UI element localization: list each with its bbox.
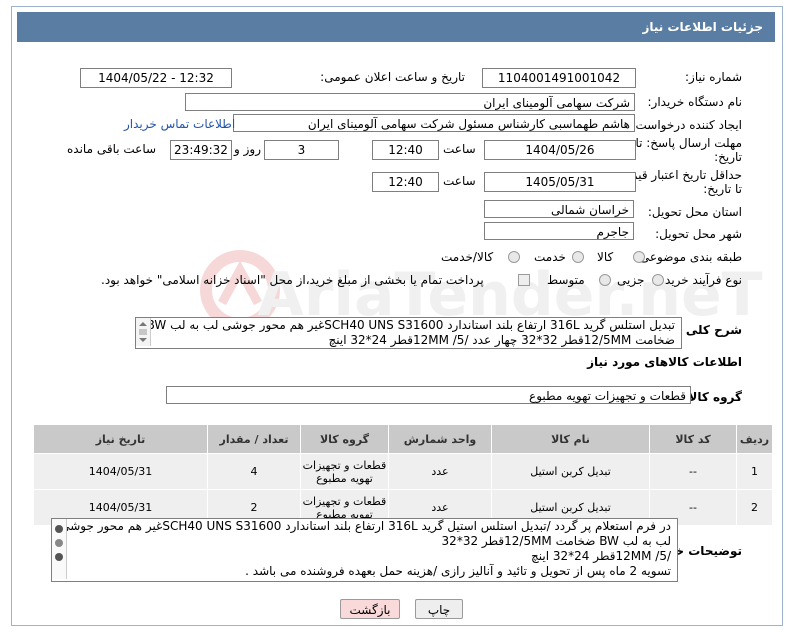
col-code: کد کالا (649, 424, 737, 454)
process-radio-medium[interactable] (599, 274, 611, 286)
cell-row: 2 (736, 489, 773, 526)
reply-deadline-label: مهلت ارسال پاسخ: تا (635, 136, 742, 150)
category-option-goods: کالا (597, 250, 614, 264)
buyer-notes-textarea[interactable]: در فرم استعلام پر گردد /تبدیل استلس استی… (51, 518, 678, 582)
city-field[interactable]: جاجرم (484, 222, 634, 240)
province-field[interactable]: خراسان شمالی (484, 200, 634, 218)
price-validity-label-2: تا تاریخ: (703, 182, 742, 196)
table-header-row: ردیف کد کالا نام کالا واحد شمارش گروه کا… (33, 424, 773, 454)
process-option-medium: متوسط (547, 273, 585, 287)
reply-time-field[interactable]: 12:40 (372, 140, 439, 160)
page-title: جزئیات اطلاعات نیاز (642, 20, 763, 34)
buyer-org-label: نام دستگاه خریدار: (647, 95, 743, 109)
announce-field[interactable]: 1404/05/22 - 12:32 (80, 68, 232, 88)
cell-name: تبدیل کربن استیل (491, 453, 650, 490)
creator-label: ایجاد کننده درخواست: (631, 118, 742, 132)
creator-field[interactable]: هاشم طهماسبی کارشناس مسئول شرکت سهامی آل… (233, 114, 635, 132)
category-radio-goods-service[interactable] (508, 251, 520, 263)
category-radio-goods[interactable] (633, 251, 645, 263)
reply-deadline-label-2: تاریخ: (714, 150, 742, 164)
price-time-field[interactable]: 12:40 (372, 172, 439, 192)
panel-header: جزئیات اطلاعات نیاز (17, 12, 775, 42)
price-date-field[interactable]: 1405/05/31 (484, 172, 636, 192)
treasury-checkbox[interactable] (518, 274, 530, 286)
buyer-notes-line-2: لب به لب BW ضخامت 12/5MMقطر 32*32 (441, 534, 671, 548)
summary-scrollbar[interactable] (136, 318, 151, 346)
announce-label: تاریخ و ساعت اعلان عمومی: (320, 70, 465, 84)
cell-date: 1404/05/31 (33, 453, 208, 490)
category-option-service: خدمت (534, 250, 566, 264)
need-number-field[interactable]: 1104001491001042 (482, 68, 636, 88)
reply-date-field[interactable]: 1404/05/26 (484, 140, 636, 160)
cell-row: 1 (736, 453, 773, 490)
table-row[interactable]: 1 -- تبدیل کربن استیل عدد قطعات و تجهیزا… (33, 453, 773, 490)
summary-line-1: تبدیل استلس گرید 316L ارتفاع بلند استاند… (146, 318, 675, 332)
cell-group: قطعات و تجهیزات تهویه مطبوع (300, 453, 389, 490)
col-name: نام کالا (491, 424, 650, 454)
buyer-notes-scrollbar[interactable] (52, 519, 67, 579)
cell-unit: عدد (388, 453, 492, 490)
col-group: گروه کالا (300, 424, 389, 454)
category-label: طبقه بندی موضوعی: (635, 250, 742, 264)
remaining-label: ساعت باقی مانده (67, 142, 157, 156)
process-label: نوع فرآیند خرید : (657, 273, 742, 287)
back-button[interactable]: بازگشت (340, 599, 400, 619)
need-number-label: شماره نیاز: (685, 70, 742, 84)
goods-info-title: اطلاعات کالاهای مورد نیاز (587, 355, 742, 369)
goods-table: ردیف کد کالا نام کالا واحد شمارش گروه کا… (33, 424, 773, 526)
scroll-dots-icon (55, 525, 63, 561)
col-unit: واحد شمارش (388, 424, 492, 454)
goods-group-label: گروه کالا: (683, 390, 742, 404)
buyer-org-field[interactable]: شرکت سهامی آلومینای ایران (185, 93, 635, 111)
buyer-notes-line-1: در فرم استعلام پر گردد /تبدیل استلس استی… (60, 519, 671, 533)
print-button[interactable]: چاپ (415, 599, 463, 619)
days-label: روز و (234, 142, 261, 156)
price-time-label: ساعت (443, 174, 476, 188)
goods-group-field[interactable]: قطعات و تجهیزات تهویه مطبوع (166, 386, 691, 404)
city-label: شهر محل تحویل: (655, 227, 742, 241)
payment-note: پرداخت تمام یا بخشی از مبلغ خرید،از محل … (101, 273, 484, 287)
remaining-time-field[interactable]: 23:49:32 (170, 140, 232, 160)
col-date: تاریخ نیاز (33, 424, 208, 454)
summary-line-2: ضخامت 12/5MMقطر 32*32 چهار عدد /5/ 12MMق… (328, 333, 675, 347)
buyer-notes-line-4: تسویه 2 ماه پس از تحویل و تائید و آنالیز… (245, 564, 671, 578)
province-label: استان محل تحویل: (647, 205, 742, 219)
col-quantity: تعداد / مقدار (207, 424, 301, 454)
cell-code: -- (649, 453, 737, 490)
category-radio-service[interactable] (572, 251, 584, 263)
col-row: ردیف (736, 424, 773, 454)
process-radio-minor[interactable] (652, 274, 664, 286)
process-option-minor: جزیی (617, 273, 645, 287)
category-option-goods-service: کالا/خدمت (441, 250, 494, 264)
scroll-arrows-icon (139, 322, 147, 342)
buyer-notes-line-3: /5/ 12MMقطر 24*32 اینچ (531, 549, 671, 563)
days-field[interactable]: 3 (264, 140, 339, 160)
cell-quantity: 4 (207, 453, 301, 490)
summary-textarea[interactable]: تبدیل استلس گرید 316L ارتفاع بلند استاند… (135, 317, 682, 349)
reply-time-label: ساعت (443, 142, 476, 156)
buyer-contact-link[interactable]: اطلاعات تماس خریدار (124, 117, 235, 131)
